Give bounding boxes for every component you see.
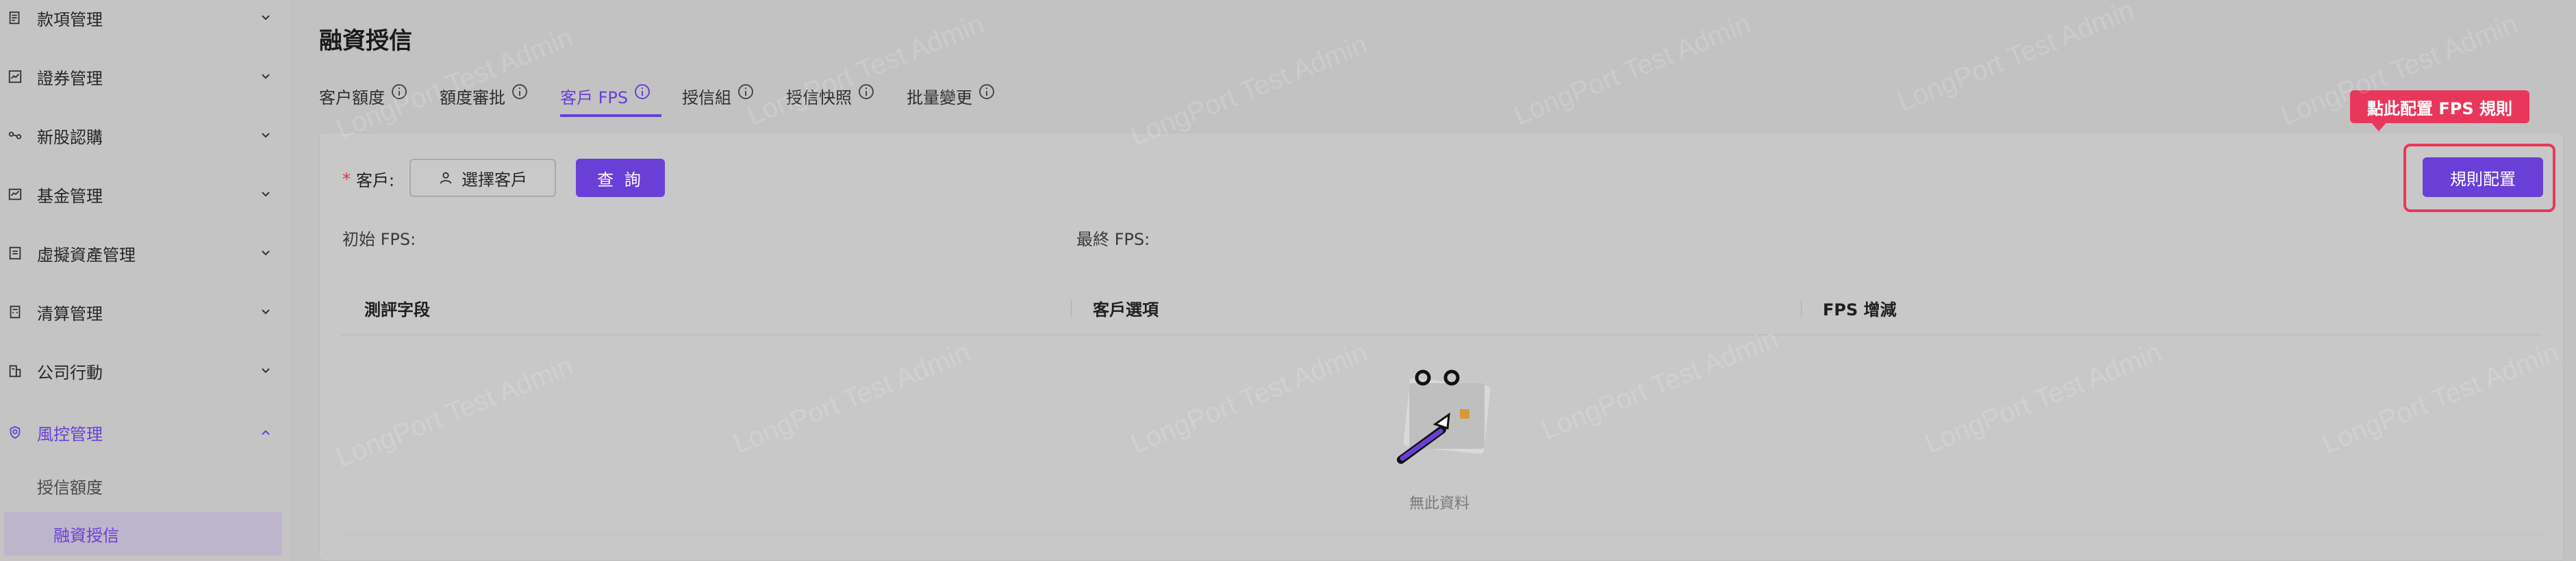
- column-divider: [1071, 300, 1072, 317]
- rule-config-button[interactable]: 規則配置: [2423, 157, 2543, 197]
- sidebar-item-clearing[interactable]: 清算管理: [0, 291, 292, 332]
- chevron-down-icon[interactable]: [259, 246, 273, 260]
- table-header: 測評字段 客戶選項 FPS 增減: [341, 280, 2542, 335]
- info-icon[interactable]: [392, 84, 407, 99]
- tab-label: 客户額度: [319, 88, 385, 107]
- chevron-down-icon[interactable]: [259, 11, 273, 25]
- tab-label: 批量變更: [907, 88, 972, 107]
- tab-limit-approval[interactable]: 額度審批: [440, 74, 527, 118]
- sidebar-item-corporate-actions[interactable]: 公司行動: [0, 350, 292, 391]
- sidebar-subitem-credit-limit[interactable]: 授信額度: [0, 464, 292, 508]
- page-title: 融資授信: [319, 27, 412, 55]
- sidebar-subitem-label: 融資授信: [53, 525, 119, 545]
- calculator-icon: [7, 304, 23, 320]
- sidebar-item-label: 清算管理: [37, 304, 103, 324]
- chart-box-icon: [7, 68, 23, 85]
- tab-customer-fps[interactable]: 客戶 FPS: [560, 74, 651, 118]
- callout-tail: [2371, 122, 2387, 131]
- customer-label: 客戶:: [356, 171, 395, 190]
- sidebar-item-label: 款項管理: [37, 10, 103, 29]
- user-icon: [440, 172, 452, 184]
- tab-credit-group[interactable]: 授信組: [682, 74, 753, 118]
- column-header: 測評字段: [364, 300, 430, 319]
- initial-fps-label: 初始 FPS:: [342, 230, 416, 249]
- sidebar-item-funds[interactable]: 基金管理: [0, 174, 292, 215]
- shield-icon: [7, 424, 23, 441]
- tab-label: 客戶 FPS: [560, 88, 629, 107]
- sidebar-item-ipo[interactable]: 新股認購: [0, 115, 292, 156]
- watermark: LongPort Test Admin: [1893, 0, 2139, 118]
- sidebar-item-payments[interactable]: 款項管理: [0, 0, 292, 38]
- sidebar: 款項管理 證券管理 新股認購 基金管理 虛擬資產管理 清算管理 公司行動 風控管…: [0, 0, 292, 561]
- info-icon[interactable]: [738, 84, 753, 99]
- chevron-down-icon[interactable]: [259, 129, 273, 142]
- callout-tooltip: 點此配置 FPS 規則: [2350, 90, 2529, 123]
- empty-state-text: 無此資料: [1409, 495, 1470, 512]
- column-header: FPS 增減: [1823, 300, 1897, 319]
- sidebar-item-label: 公司行動: [37, 363, 103, 382]
- info-icon[interactable]: [859, 84, 874, 99]
- building-icon: [7, 363, 23, 379]
- query-button[interactable]: 查 詢: [576, 159, 665, 197]
- empty-state-illustration: [1397, 369, 1491, 464]
- sidebar-item-virtual-assets[interactable]: 虛擬資產管理: [0, 233, 292, 274]
- chevron-down-icon[interactable]: [259, 305, 273, 319]
- ledger-icon: [7, 10, 23, 26]
- sidebar-item-label: 證券管理: [37, 68, 103, 88]
- select-customer-button[interactable]: 選擇客戶: [409, 159, 556, 197]
- link-icon: [7, 127, 23, 144]
- sidebar-item-risk-control[interactable]: 風控管理: [0, 412, 292, 453]
- tab-label: 額度審批: [440, 88, 505, 107]
- tab-label: 授信組: [682, 88, 731, 107]
- table-divider: [341, 534, 2542, 535]
- sidebar-item-label: 虛擬資產管理: [37, 245, 136, 265]
- watermark: LongPort Test Admin: [1509, 8, 1756, 131]
- chevron-down-icon[interactable]: [259, 364, 273, 378]
- active-tab-indicator: [560, 114, 661, 117]
- document-icon: [7, 245, 23, 261]
- select-customer-label: 選擇客戶: [462, 170, 527, 190]
- trend-box-icon: [7, 186, 23, 203]
- tab-label: 授信快照: [786, 88, 852, 107]
- sidebar-subitem-label: 授信額度: [37, 478, 103, 497]
- tab-bar: 客户額度 額度審批 客戶 FPS 授信組 授信快照 批量變更: [319, 74, 1141, 118]
- info-icon[interactable]: [979, 84, 994, 99]
- sidebar-item-label: 新股認購: [37, 127, 103, 147]
- tab-credit-snapshot[interactable]: 授信快照: [786, 74, 874, 118]
- required-mark: *: [342, 170, 351, 189]
- sidebar-item-label: 基金管理: [37, 186, 103, 206]
- tab-batch-change[interactable]: 批量變更: [907, 74, 994, 118]
- final-fps-label: 最終 FPS:: [1076, 230, 1150, 249]
- sidebar-subitem-margin-credit[interactable]: 融資授信: [4, 512, 282, 556]
- tab-customer-limit[interactable]: 客户額度: [319, 74, 407, 118]
- chevron-up-icon[interactable]: [259, 426, 273, 439]
- info-icon[interactable]: [512, 84, 527, 99]
- sidebar-item-label: 風控管理: [37, 424, 103, 444]
- column-header: 客戶選項: [1093, 300, 1159, 319]
- chevron-down-icon[interactable]: [259, 187, 273, 201]
- sidebar-item-securities[interactable]: 證券管理: [0, 56, 292, 97]
- column-divider: [1801, 300, 1802, 317]
- chevron-down-icon[interactable]: [259, 70, 273, 83]
- info-icon[interactable]: [635, 84, 651, 99]
